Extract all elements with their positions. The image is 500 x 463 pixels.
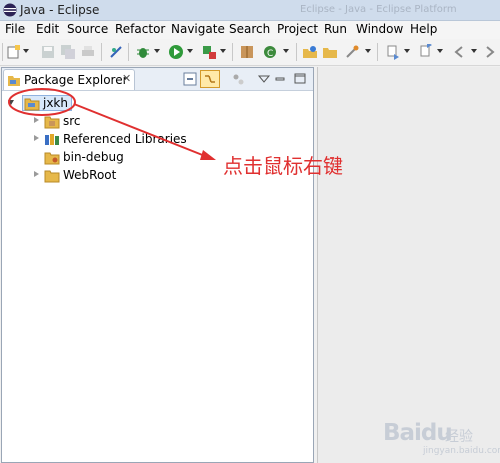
new-dropdown-icon[interactable]	[23, 49, 29, 53]
view-menu-icon[interactable]	[256, 71, 272, 87]
run-icon[interactable]	[168, 44, 184, 60]
maximize-icon[interactable]	[292, 71, 308, 87]
focus-icon[interactable]	[230, 71, 246, 87]
menu-file[interactable]: File	[5, 22, 25, 36]
tab-label: Package Explorer	[24, 73, 128, 87]
tree-item-label: Referenced Libraries	[63, 132, 187, 146]
toolbar-grip	[2, 43, 3, 61]
previous-annotation-dropdown-icon[interactable]	[437, 49, 443, 53]
tree-item-label: src	[63, 114, 81, 128]
open-type-icon[interactable]	[302, 44, 318, 60]
search-dropdown-icon[interactable]	[365, 49, 371, 53]
menu-project[interactable]: Project	[277, 22, 318, 36]
package-explorer-icon	[8, 76, 20, 86]
menu-run[interactable]: Run	[324, 22, 347, 36]
toolbar-separator	[377, 43, 378, 61]
menu-navigate[interactable]: Navigate	[171, 22, 225, 36]
folder-icon	[44, 152, 60, 165]
window-title: Java - Eclipse	[20, 3, 100, 17]
package-folder-icon	[44, 116, 60, 129]
libraries-icon	[45, 134, 59, 145]
link-with-editor-icon[interactable]	[200, 70, 220, 88]
menu-refactor[interactable]: Refactor	[115, 22, 165, 36]
collapsed-arrow-icon[interactable]	[34, 117, 39, 123]
debug-dropdown-icon[interactable]	[154, 49, 160, 53]
watermark-suffix: 经验	[445, 429, 473, 445]
title-bar: Java - Eclipse Eclipse - Java - Eclipse …	[0, 0, 500, 21]
skip-breakpoints-icon[interactable]	[108, 44, 124, 60]
external-tools-dropdown-icon[interactable]	[220, 49, 226, 53]
back-dropdown-icon[interactable]	[471, 49, 477, 53]
expanded-arrow-icon[interactable]	[8, 100, 14, 105]
watermark-brand: Baidu	[383, 420, 453, 446]
toolbar: C	[0, 39, 500, 66]
watermark-url: jingyan.baidu.com	[423, 446, 500, 456]
external-tools-icon[interactable]	[201, 44, 217, 60]
tab-package-explorer[interactable]: Package Explorer ✕	[3, 69, 135, 90]
save-icon[interactable]	[40, 44, 56, 60]
new-class-dropdown-icon[interactable]	[283, 49, 289, 53]
java-project-icon	[24, 98, 40, 111]
ghost-title: Eclipse - Java - Eclipse Platform	[300, 4, 457, 15]
tree-item-label: WebRoot	[63, 168, 117, 182]
next-annotation-icon[interactable]	[385, 44, 401, 60]
collapsed-arrow-icon[interactable]	[34, 135, 39, 141]
view-tab-bar: Package Explorer ✕	[2, 68, 313, 91]
tree-item-label: bin-debug	[63, 150, 124, 164]
folder-icon	[44, 170, 60, 183]
search-icon[interactable]	[344, 44, 360, 60]
next-annotation-dropdown-icon[interactable]	[404, 49, 410, 53]
menu-bar: File Edit Source Refactor Navigate Searc…	[0, 21, 500, 39]
new-icon[interactable]	[6, 44, 22, 60]
tree-item-referenced-libraries[interactable]: Referenced Libraries	[2, 131, 313, 148]
menu-help[interactable]: Help	[410, 22, 437, 36]
eclipse-icon	[3, 3, 17, 17]
toolbar-separator	[101, 43, 102, 61]
new-package-icon[interactable]	[239, 44, 255, 60]
menu-edit[interactable]: Edit	[36, 22, 59, 36]
open-folder-icon[interactable]	[322, 44, 338, 60]
menu-source[interactable]: Source	[67, 22, 108, 36]
toolbar-separator	[232, 43, 233, 61]
save-all-icon[interactable]	[60, 44, 76, 60]
menu-window[interactable]: Window	[356, 22, 403, 36]
back-icon[interactable]	[452, 44, 468, 60]
tree-item-src[interactable]: src	[2, 113, 313, 130]
tree-item-jxkh[interactable]: jxkh	[2, 95, 313, 112]
previous-annotation-icon[interactable]	[418, 44, 434, 60]
svg-text:C: C	[267, 49, 273, 59]
close-icon[interactable]: ✕	[122, 72, 131, 85]
menu-search[interactable]: Search	[229, 22, 270, 36]
tree-item-label: jxkh	[43, 96, 68, 110]
collapse-all-icon[interactable]	[182, 71, 198, 87]
collapsed-arrow-icon[interactable]	[34, 171, 39, 177]
annotation-text: 点击鼠标右键	[223, 154, 343, 178]
debug-icon[interactable]	[135, 44, 151, 60]
toolbar-separator	[296, 43, 297, 61]
new-class-icon[interactable]: C	[262, 44, 278, 60]
editor-area	[317, 67, 500, 463]
run-dropdown-icon[interactable]	[187, 49, 193, 53]
toolbar-separator	[128, 43, 129, 61]
forward-icon[interactable]	[481, 44, 497, 60]
print-icon[interactable]	[80, 44, 96, 60]
package-explorer-view: Package Explorer ✕ jxkh src Referenced L…	[1, 67, 314, 463]
minimize-icon[interactable]	[272, 71, 288, 87]
watermark: Baidu 经验 jingyan.baidu.com	[383, 418, 500, 458]
